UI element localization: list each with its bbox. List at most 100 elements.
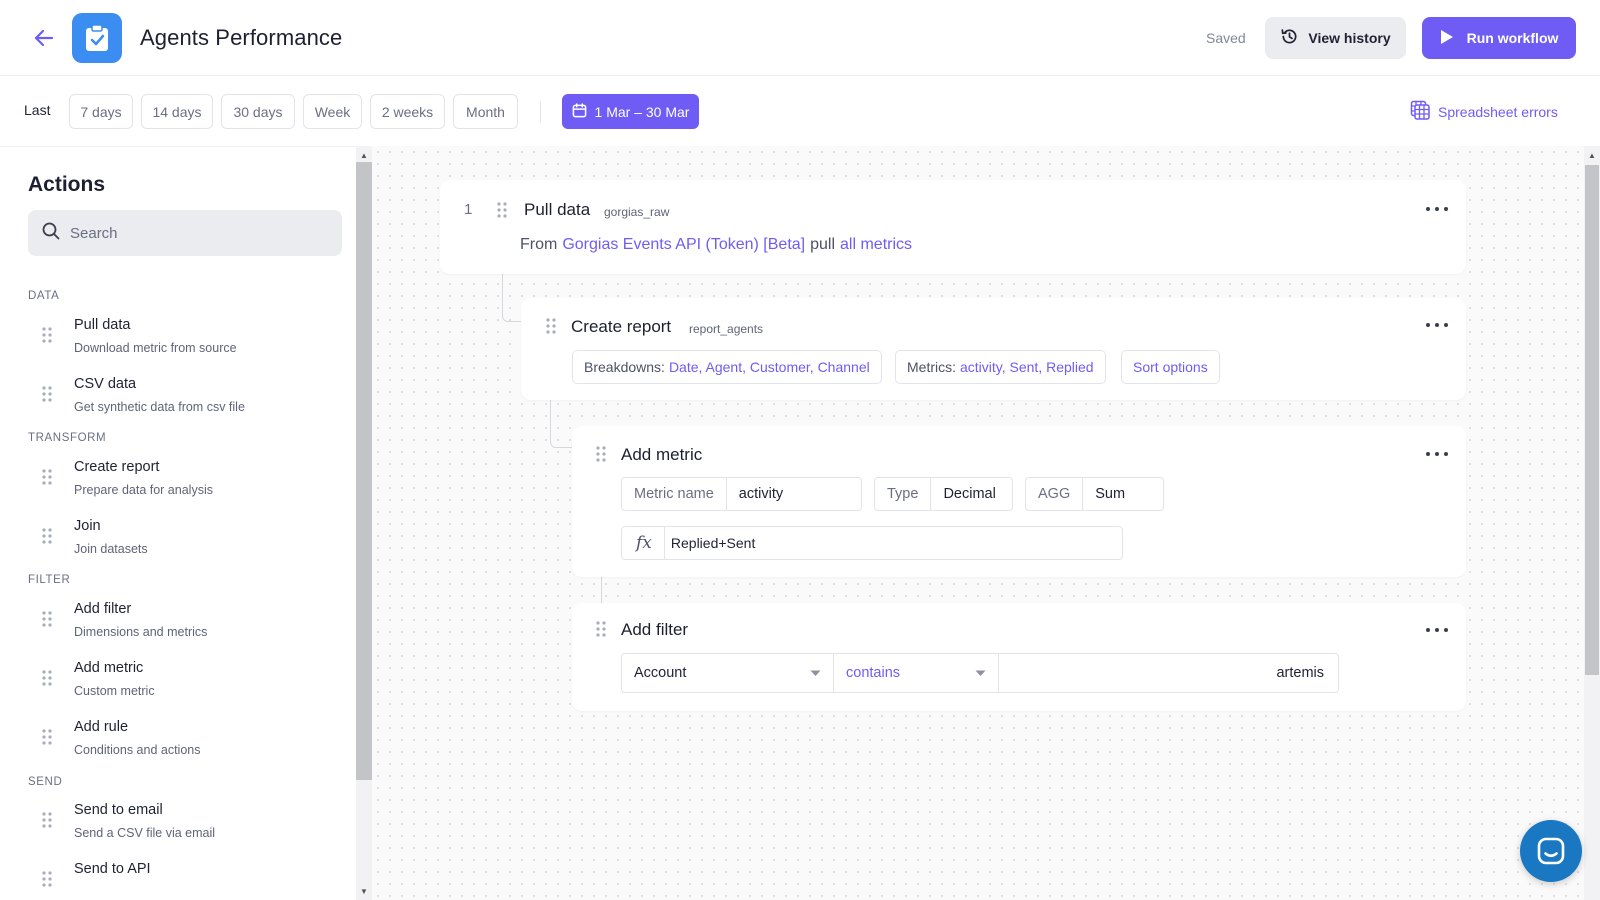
action-title: Send to email (74, 802, 163, 818)
action-send-to-email[interactable]: Send to email Send a CSV file via email (28, 798, 328, 852)
action-pull-data[interactable]: Pull data Download metric from source (28, 313, 328, 367)
drag-handle-icon[interactable] (42, 729, 52, 750)
formula-value[interactable]: Replied+Sent (665, 527, 767, 559)
action-add-filter[interactable]: Add filter Dimensions and metrics (28, 597, 328, 651)
type-field[interactable]: Type Decimal (874, 477, 1013, 511)
add-metric-card[interactable]: Add metric Metric name activity Type Dec… (572, 426, 1466, 577)
calendar-icon (572, 102, 587, 121)
metrics-chip[interactable]: Metrics: activity, Sent, Replied (895, 350, 1106, 384)
action-title: Join (74, 518, 101, 534)
range-14-days-button[interactable]: 14 days (141, 94, 213, 129)
sort-options-label[interactable]: Sort options (1133, 359, 1208, 375)
drag-handle-icon[interactable] (596, 446, 606, 467)
add-filter-card[interactable]: Add filter Account contains artemis (572, 603, 1466, 711)
range-30-days-button[interactable]: 30 days (221, 94, 295, 129)
run-workflow-button[interactable]: Run workflow (1422, 17, 1576, 59)
last-label: Last (24, 102, 51, 118)
breakdowns-label: Breakdowns: (584, 359, 665, 375)
create-report-card[interactable]: Create report report_agents Breakdowns: … (521, 298, 1466, 400)
action-title: Send to API (74, 861, 151, 877)
metrics-link[interactable]: all metrics (840, 236, 912, 254)
filter-value-input[interactable]: artemis (999, 654, 1338, 692)
drag-handle-icon[interactable] (42, 611, 52, 632)
drag-handle-icon[interactable] (596, 621, 606, 642)
action-subtitle: Send a CSV file via email (74, 826, 216, 840)
action-create-report[interactable]: Create report Prepare data for analysis (28, 455, 328, 509)
back-arrow-icon[interactable] (30, 24, 58, 52)
range-7-days-button[interactable]: 7 days (69, 94, 133, 129)
drag-handle-icon[interactable] (42, 386, 52, 407)
breakdowns-chip[interactable]: Breakdowns: Date, Agent, Customer, Chann… (572, 350, 882, 384)
action-title: Add metric (74, 660, 144, 676)
sort-options-chip[interactable]: Sort options (1121, 350, 1220, 384)
search-icon (42, 222, 60, 245)
range-week-button[interactable]: Week (303, 94, 362, 129)
metric-name-label: Metric name (622, 478, 727, 510)
action-add-rule[interactable]: Add rule Conditions and actions (28, 715, 328, 769)
range-2-weeks-button[interactable]: 2 weeks (370, 94, 445, 129)
metric-name-value[interactable]: activity (727, 478, 795, 510)
agg-field[interactable]: AGG Sum (1025, 477, 1164, 511)
from-word: From (520, 236, 558, 253)
action-subtitle: Download metric from source (74, 341, 237, 355)
filter-field-select[interactable]: Account (622, 654, 834, 692)
actions-title: Actions (28, 173, 106, 196)
agg-label: AGG (1026, 478, 1084, 510)
formula-field[interactable]: fx Replied+Sent (621, 526, 1123, 560)
view-history-button[interactable]: View history (1265, 17, 1406, 59)
breakdowns-value[interactable]: Date, Agent, Customer, Channel (669, 359, 870, 375)
sidebar-scrollbar-thumb[interactable] (356, 162, 372, 780)
drag-handle-icon[interactable] (42, 528, 52, 549)
pull-data-card[interactable]: 1 Pull data gorgias_raw From Gorgias Eve… (440, 180, 1466, 274)
action-send-to-api[interactable]: Send to API (28, 857, 328, 900)
step-title: Add metric (621, 445, 703, 464)
step-id: gorgias_raw (604, 205, 670, 219)
action-title: CSV data (74, 376, 137, 392)
metrics-value[interactable]: activity, Sent, Replied (960, 359, 1094, 375)
search-input[interactable] (70, 224, 310, 242)
agg-value[interactable]: Sum (1083, 478, 1137, 510)
drag-handle-icon[interactable] (42, 469, 52, 490)
step-number: 1 (464, 201, 473, 218)
search-box[interactable] (28, 210, 342, 256)
drag-handle-icon[interactable] (497, 202, 507, 223)
more-options-icon[interactable] (1426, 318, 1448, 332)
run-workflow-label: Run workflow (1466, 30, 1559, 46)
top-header: Agents Performance Saved View history Ru… (0, 0, 1600, 76)
workflow-canvas[interactable]: 1 Pull data gorgias_raw From Gorgias Eve… (372, 146, 1584, 900)
range-month-button[interactable]: Month (453, 94, 518, 129)
drag-handle-icon[interactable] (42, 327, 52, 348)
page-title: Agents Performance (140, 25, 343, 50)
spreadsheet-errors-link[interactable]: Spreadsheet errors (1410, 100, 1558, 123)
action-csv-data[interactable]: CSV data Get synthetic data from csv fil… (28, 372, 328, 426)
action-subtitle: Prepare data for analysis (74, 483, 213, 497)
date-range-picker-button[interactable]: 1 Mar – 30 Mar (562, 94, 699, 129)
section-label-data: DATA (28, 290, 60, 302)
history-icon (1280, 27, 1299, 49)
drag-handle-icon[interactable] (42, 670, 52, 691)
action-subtitle: Join datasets (74, 542, 148, 556)
step-title: Pull data (524, 200, 591, 219)
metric-name-field[interactable]: Metric name activity (621, 477, 862, 511)
source-link[interactable]: Gorgias Events API (Token) [Beta] (562, 236, 805, 254)
pull-word: pull (810, 236, 836, 253)
action-join[interactable]: Join Join datasets (28, 514, 328, 568)
action-add-metric[interactable]: Add metric Custom metric (28, 656, 328, 710)
scroll-up-arrow-icon[interactable]: ▲ (358, 149, 370, 161)
chat-support-icon[interactable] (1520, 820, 1582, 882)
action-subtitle: Get synthetic data from csv file (74, 400, 245, 414)
pull-description: From Gorgias Events API (Token) [Beta] p… (520, 236, 912, 254)
scroll-up-arrow-icon[interactable]: ▲ (1586, 149, 1598, 161)
canvas-scrollbar-thumb[interactable] (1585, 165, 1599, 675)
scroll-down-arrow-icon[interactable]: ▼ (358, 885, 370, 897)
drag-handle-icon[interactable] (42, 871, 52, 892)
more-options-icon[interactable] (1426, 447, 1448, 461)
drag-handle-icon[interactable] (546, 318, 556, 339)
section-label-send: SEND (28, 776, 63, 788)
drag-handle-icon[interactable] (42, 812, 52, 833)
filter-operator-select[interactable]: contains (834, 654, 999, 692)
more-options-icon[interactable] (1426, 202, 1448, 216)
type-value[interactable]: Decimal (931, 478, 1007, 510)
action-title: Add rule (74, 719, 129, 735)
more-options-icon[interactable] (1426, 623, 1448, 637)
